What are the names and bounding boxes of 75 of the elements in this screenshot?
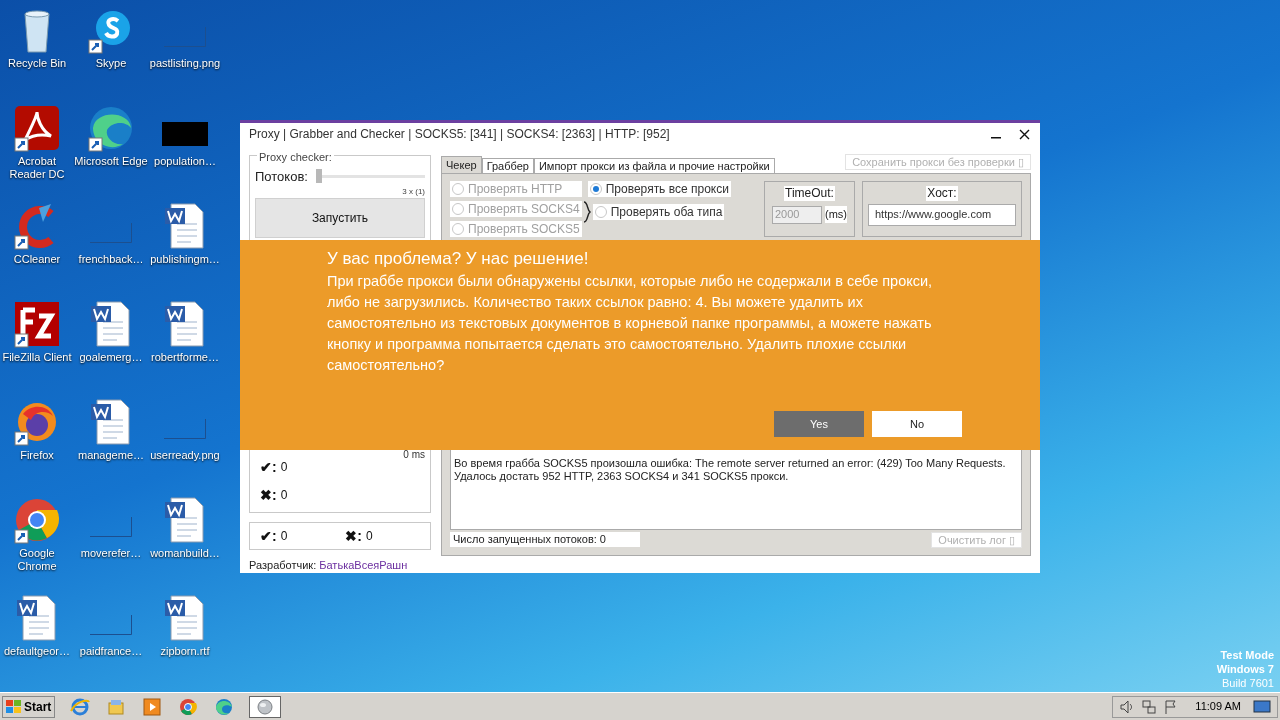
app-icon [70, 696, 91, 717]
count-value: 0 [366, 528, 373, 543]
banner-title: У вас проблема? У нас решение! [327, 248, 590, 270]
desktop-icon-label[interactable]: pastlisting.png [148, 57, 222, 70]
os-notice: Test Mode [1220, 648, 1274, 662]
dialog-button[interactable]: No [872, 411, 962, 437]
threads-label: Потоков: [255, 167, 308, 186]
timeout-label: TimeOut: [784, 185, 835, 201]
tab[interactable]: Импорт прокси из файла и прочие настройки [533, 157, 775, 173]
desktop-icon-label[interactable]: CCleaner [0, 253, 74, 266]
dialog-button[interactable]: Yes [774, 411, 864, 437]
os-notice: Windows 7 [1216, 662, 1274, 676]
desktop-icon-label[interactable]: Skype [74, 57, 148, 70]
count-icon: ✔: [260, 528, 277, 543]
elapsed-time: 0 ms [403, 449, 425, 459]
desktop-icon-label[interactable]: Google Chrome [0, 547, 74, 573]
start-button[interactable]: Запустить [255, 198, 425, 238]
desktop-icon-label[interactable]: Acrobat Reader DC [0, 155, 74, 181]
app-icon [214, 696, 235, 717]
banner-message: При граббе прокси были обнаружены ссылки, которые либо не содержали в себе прокси, либо не загрузились. Количество таких ссылок равно: 4. Вы можете удалить их самостоятельно из текстовых документов в корневой папке программы, а можете нажать кнопку и программа попытается сделать это самостоятельно. Удалить плохие ссылки самостоятельно? [327, 272, 934, 375]
app-icon [178, 696, 199, 717]
count-icon: ✖: [345, 528, 363, 543]
desktop-icon-label[interactable]: frenchback… [74, 253, 148, 266]
desktop-icon-label[interactable]: Firefox [0, 449, 74, 462]
desktop-icon-label[interactable]: robertforme… [148, 351, 222, 364]
tab[interactable]: Чекер [441, 155, 482, 173]
desktop-icon-label[interactable]: defaultgeor… [0, 645, 74, 658]
radio-option[interactable]: Проверять оба типа [592, 203, 725, 220]
host-label: Хост: [926, 185, 958, 201]
radio-option[interactable]: Проверять все прокси [587, 180, 731, 197]
timeout-unit: (ms) [825, 206, 847, 223]
brace-icon [582, 200, 591, 223]
windows-logo-icon [6, 699, 22, 714]
count-icon: ✖: [260, 487, 277, 502]
desktop-icon-label[interactable]: FileZilla Client [0, 351, 74, 364]
thumbnail-icon [164, 419, 206, 439]
desktop-icon-label[interactable]: Microsoft Edge [74, 155, 148, 168]
log-line: Удалось достать 952 HTTP, 2363 SOCKS4 и 341 SOCKS5 прокси. [454, 469, 790, 483]
window-title: Proxy | Grabber and Checker | SOCKS5: [341] | SOCKS4: [2363] | HTTP: [952] [249, 126, 671, 144]
count-value: 0 [280, 487, 288, 502]
thumbnail-icon [162, 122, 208, 146]
thumbnail-icon [164, 27, 206, 47]
slider-reading: 3 x (1) [402, 187, 425, 197]
show-desktop-icon[interactable] [1253, 699, 1271, 714]
threads-slider[interactable] [315, 169, 425, 184]
thumbnail-icon [90, 615, 132, 635]
desktop-icon-label[interactable]: goalemerg… [74, 351, 148, 364]
start-button[interactable]: Start [2, 695, 56, 718]
count-value: 0 [280, 459, 288, 474]
desktop-icon-label[interactable]: Recycle Bin [0, 57, 74, 70]
desktop-icon-label[interactable]: moverefer… [74, 547, 148, 560]
developer-link[interactable]: БатькаВсеяРашн [319, 558, 408, 571]
desktop-icon-label[interactable]: userready.png [148, 449, 222, 462]
tab[interactable]: Граббер [481, 157, 534, 173]
developer-label: Разработчик: [249, 558, 318, 571]
count-icon: ✔: [260, 459, 277, 474]
app-icon [142, 696, 163, 717]
globe-icon [255, 696, 276, 717]
desktop-icon-label[interactable]: womanbuild… [148, 547, 222, 560]
close-icon[interactable] [1019, 128, 1030, 140]
desktop-icon-label[interactable]: paidfrance… [74, 645, 148, 658]
thumbnail-icon [90, 517, 132, 537]
desktop-icon-label[interactable]: manageme… [74, 449, 148, 462]
taskbar-app[interactable] [249, 695, 282, 718]
desktop-icon-label[interactable]: zipborn.rtf [148, 645, 222, 658]
threads-status: Число запущенных потоков: 0 [450, 532, 640, 547]
thumbnail-icon [90, 223, 132, 243]
network-icon[interactable] [1141, 698, 1158, 715]
desktop-icon-label[interactable]: population… [148, 155, 222, 168]
desktop-icon-label[interactable]: publishingm… [148, 253, 222, 266]
os-notice: Build 7601 [1222, 676, 1274, 690]
count-value: 0 [280, 528, 288, 543]
taskbar-app[interactable] [141, 695, 164, 718]
host-field[interactable]: https://www.google.com [868, 203, 1016, 226]
log-line: Во время грабба SOCKS5 произошла ошибка: The remote server returned an error: (429) Too Many Requests. [454, 456, 1007, 470]
